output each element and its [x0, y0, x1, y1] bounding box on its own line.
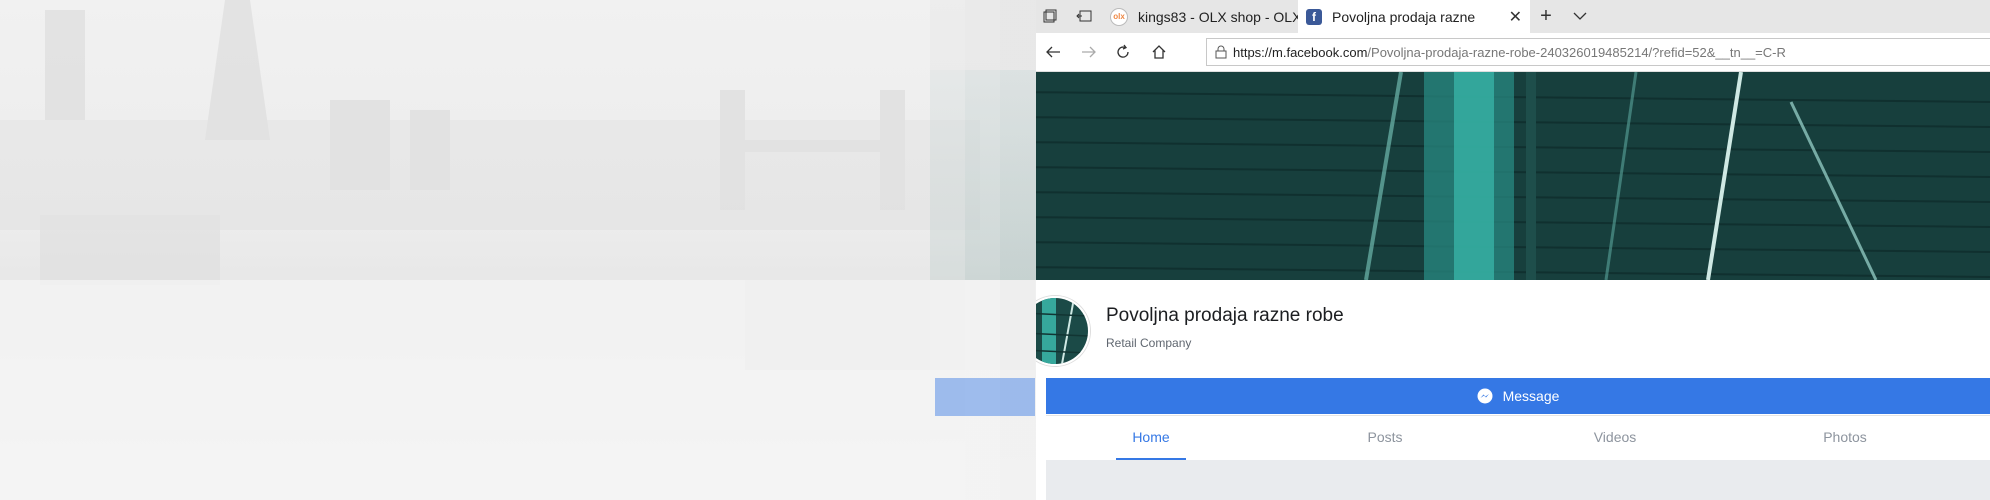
refresh-glyph — [1117, 44, 1129, 58]
back-icon[interactable] — [1040, 40, 1066, 64]
url-path: /Povoljna-prodaja-razne-robe-24032601948… — [1367, 44, 1786, 60]
refresh-icon[interactable] — [1110, 40, 1136, 64]
forward-icon[interactable] — [1076, 40, 1102, 64]
tab-posts[interactable]: Posts — [1350, 416, 1420, 458]
tab-bar: olx kings83 - OLX shop - OLX.b f Povoljn… — [1036, 0, 1990, 33]
lock-glyph — [1215, 45, 1227, 59]
page-name: Povoljna prodaja razne robe — [1106, 305, 1344, 326]
message-button-label: Message — [1502, 388, 1560, 404]
url-host: https://m.facebook.com — [1233, 44, 1368, 60]
url-field[interactable]: https://m.facebook.com/Povoljna-prodaja-… — [1206, 38, 1990, 66]
back-arrow-glyph — [1046, 46, 1060, 58]
tab-home[interactable]: Home — [1116, 416, 1186, 460]
facebook-favicon: f — [1306, 8, 1322, 25]
page-category: Retail Company — [1106, 336, 1192, 350]
lock-icon — [1215, 45, 1227, 59]
messenger-icon — [1477, 388, 1493, 404]
message-button[interactable]: Message — [1046, 378, 1990, 414]
home-icon[interactable] — [1146, 40, 1172, 64]
tab-facebook[interactable]: f Povoljna prodaja razne ✕ — [1298, 0, 1530, 33]
tab-videos[interactable]: Videos — [1580, 416, 1650, 458]
browser-window: olx kings83 - OLX shop - OLX.b f Povoljn… — [1036, 0, 1990, 500]
tab-preview-icon-glyph — [1043, 9, 1057, 23]
chevron-down-glyph — [1573, 12, 1587, 20]
page-content: Povoljna prodaja razne robe Retail Compa… — [1036, 72, 1990, 500]
cover-photo-image — [1036, 72, 1990, 280]
tab-title: Povoljna prodaja razne — [1332, 8, 1476, 25]
messenger-glyph — [1477, 388, 1493, 404]
close-icon[interactable]: ✕ — [1509, 7, 1522, 27]
tab-photos[interactable]: Photos — [1810, 416, 1880, 458]
set-aside-tabs-icon-glyph — [1076, 10, 1092, 22]
set-aside-tabs-icon[interactable] — [1070, 4, 1098, 28]
profile-picture-image — [1036, 298, 1088, 364]
chevron-down-icon[interactable] — [1566, 4, 1594, 28]
address-bar: https://m.facebook.com/Povoljna-prodaja-… — [1036, 33, 1990, 72]
tab-title: kings83 - OLX shop - OLX.b — [1138, 8, 1314, 25]
olx-favicon: olx — [1110, 7, 1128, 26]
tab-preview-icon[interactable] — [1036, 4, 1064, 28]
home-glyph — [1152, 45, 1166, 59]
cover-photo[interactable] — [1036, 72, 1990, 280]
message-button-ghost — [935, 378, 1035, 416]
plus-icon[interactable]: + — [1532, 4, 1560, 28]
content-divider — [1046, 460, 1990, 500]
profile-picture[interactable] — [1036, 296, 1090, 366]
forward-arrow-glyph — [1082, 46, 1096, 58]
page-tabs: Home Posts Videos Photos — [1046, 415, 1990, 461]
